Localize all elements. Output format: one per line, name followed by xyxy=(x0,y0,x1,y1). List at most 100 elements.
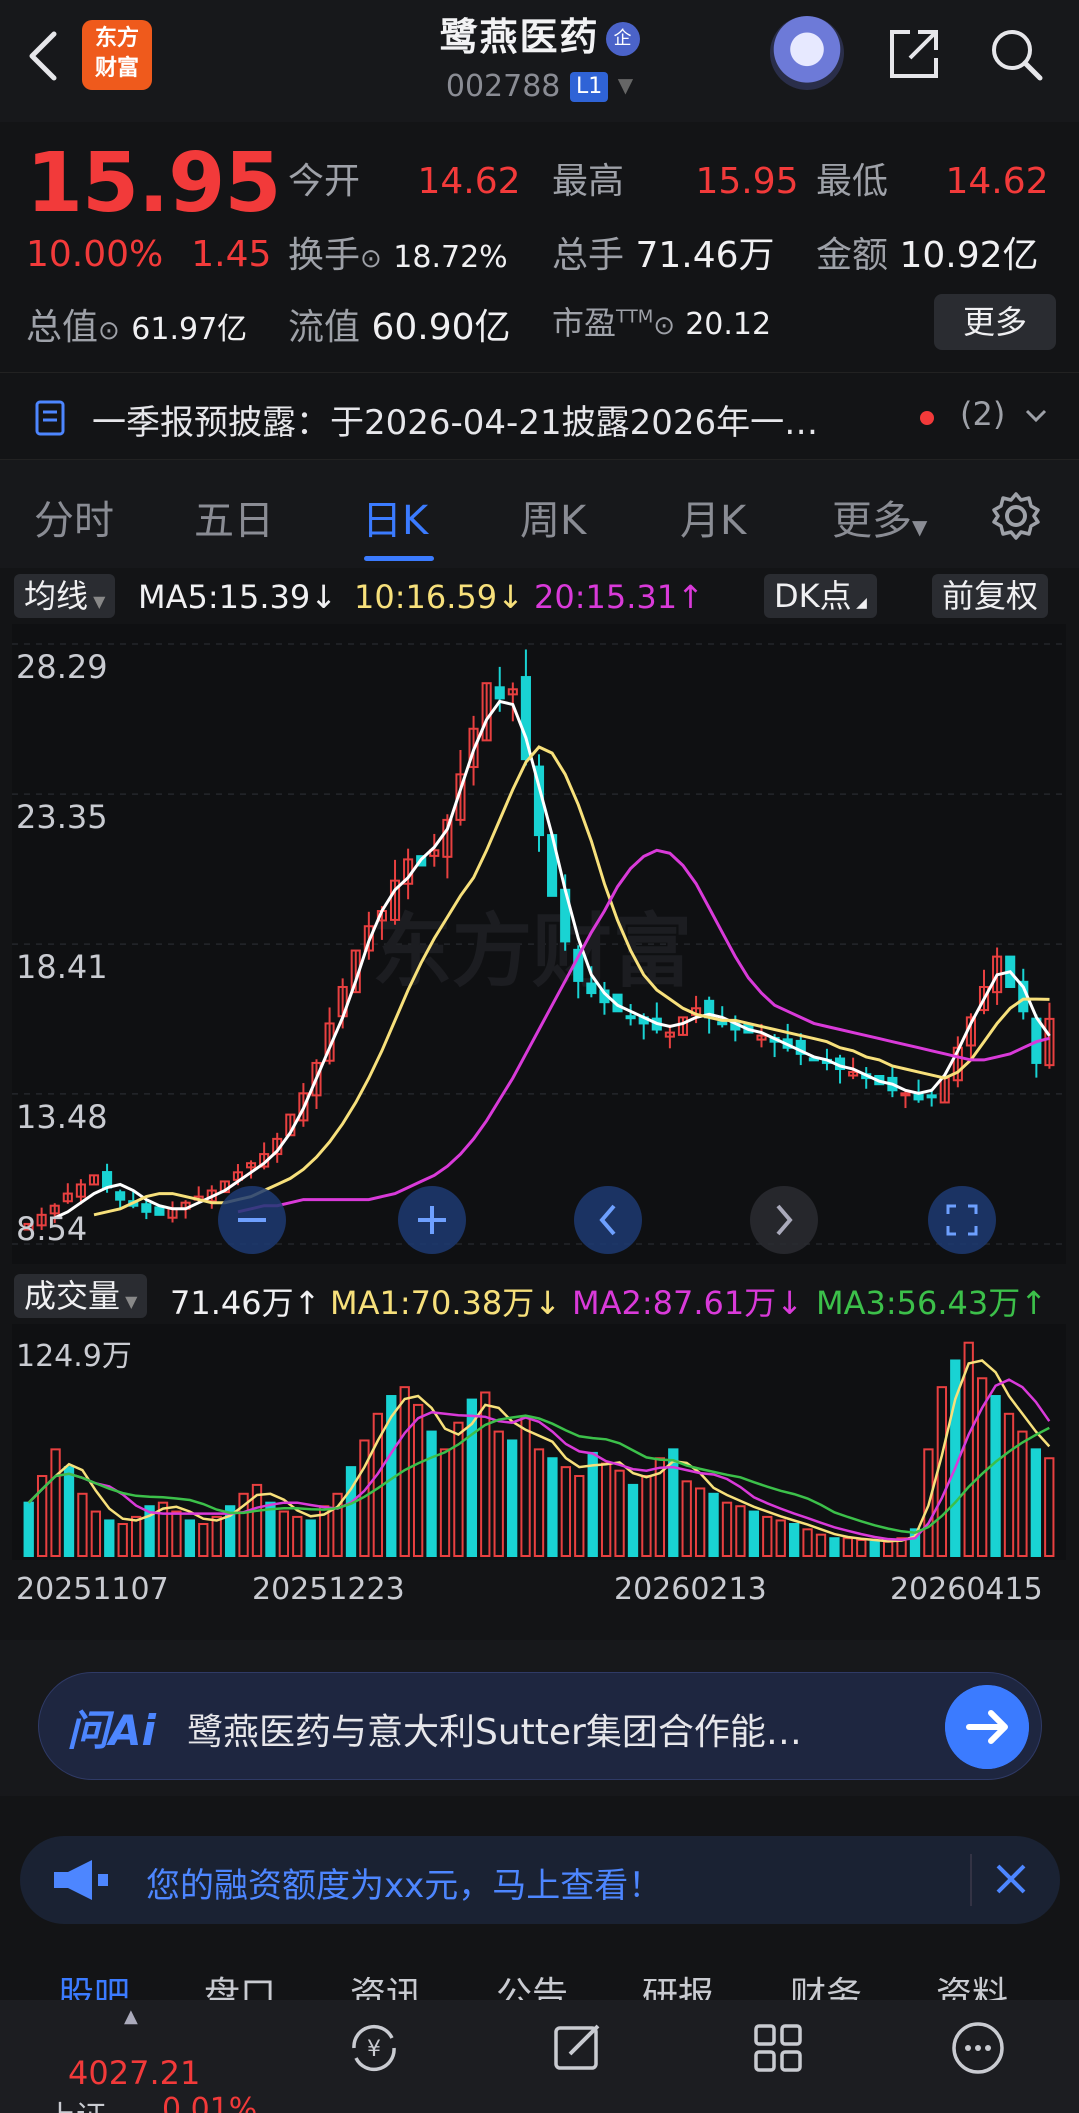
mktcap-label: 总值 xyxy=(26,307,99,348)
adjust-button[interactable]: 前复权 xyxy=(932,574,1049,618)
volume-label: 总手 xyxy=(552,235,625,276)
volume-value: 71.46万 xyxy=(635,235,775,276)
volume-bar xyxy=(587,1451,598,1557)
scroll-left-button[interactable] xyxy=(574,1186,642,1254)
zoom-out-button[interactable] xyxy=(218,1186,286,1254)
candle-body xyxy=(494,686,505,700)
chevron-down-icon[interactable] xyxy=(1024,407,1048,425)
subtab-guba[interactable]: 股吧 xyxy=(58,1966,130,2000)
volume-value: 71.46万↑ xyxy=(170,1284,321,1322)
tab-more[interactable]: 更多▼ xyxy=(832,488,927,546)
vol-ma3-legend: MA3:56.43万↑ xyxy=(816,1284,1048,1322)
volume-bar xyxy=(184,1519,196,1558)
volume-bar xyxy=(426,1430,437,1557)
ma5-legend: MA5:15.39↓ xyxy=(138,578,338,616)
more-button[interactable]: 更多 xyxy=(934,294,1056,350)
nav-trade[interactable]: 交易 xyxy=(340,2104,400,2113)
scroll-right-button[interactable] xyxy=(750,1186,818,1254)
high-cell: 最高 15.95 xyxy=(552,152,799,204)
volume-bar xyxy=(63,1466,75,1557)
amount-value: 10.92亿 xyxy=(899,235,1039,276)
ai-question-text: 鹭燕医药与意大利Sutter集团合作能… xyxy=(187,1712,802,1753)
subtab-pankou[interactable]: 盘口 xyxy=(204,1966,276,2000)
info-tabs: 股吧 盘口 资讯 公告 研报 财务 资料 xyxy=(0,1940,1079,2000)
volume-selector-label: 成交量 xyxy=(24,1277,121,1315)
turnover-label: 换手 xyxy=(288,235,361,276)
stock-detail-page: 东方 财富 鹭燕医药企 002788 L1 ▼ 15.95 10.00% 1.45 xyxy=(0,0,1079,2113)
notice-bar[interactable]: 一季报预披露：于2026-04-21披露2026年一… (2) xyxy=(0,372,1079,460)
bottom-bar: ▲ 4027.21 上证 0.01% ¥ 交易 发帖 功能 诊自选 xyxy=(0,2000,1079,2113)
subtab-news[interactable]: 资讯 xyxy=(350,1966,422,2000)
volume-cell: 总手 71.46万 xyxy=(552,226,775,278)
x-tick-3: 20260213 xyxy=(614,1572,767,1607)
arrow-right-icon[interactable] xyxy=(945,1685,1029,1769)
volume-selector[interactable]: 成交量 ▼ xyxy=(14,1274,148,1318)
period-tabs: 分时 五日 日K 周K 月K 更多▼ xyxy=(0,460,1079,568)
volume-bar xyxy=(708,1492,719,1558)
tab-five-day[interactable]: 五日 xyxy=(194,488,274,546)
yuan-trade-icon[interactable]: ¥ xyxy=(344,2018,404,2078)
caret-up-icon: ▲ xyxy=(124,2006,138,2027)
tab-monthly-k[interactable]: 月K xyxy=(680,488,746,546)
active-tab-indicator xyxy=(364,556,434,561)
mktcap-value: 61.97亿 xyxy=(131,312,248,347)
info-icon[interactable]: ⊙ xyxy=(653,311,675,341)
volume-bar xyxy=(990,1395,1001,1557)
zoom-in-button[interactable] xyxy=(398,1186,466,1254)
kline-chart[interactable]: 东方财富 28.29 23.35 18.41 13.48 8.54 xyxy=(12,624,1066,1264)
subtab-finance[interactable]: 财务 xyxy=(790,1966,862,2000)
volume-bar xyxy=(627,1483,639,1557)
unread-dot xyxy=(920,411,934,425)
info-icon[interactable]: ⊙ xyxy=(98,316,120,346)
notice-count: (2) xyxy=(960,395,1006,433)
nav-post[interactable]: 发帖 xyxy=(544,2104,604,2113)
volume-bar xyxy=(788,1523,800,1558)
document-icon xyxy=(35,400,65,436)
y-tick-label: 18.41 xyxy=(16,948,108,986)
nav-function[interactable]: 功能 xyxy=(744,2104,804,2113)
float-label: 流值 xyxy=(288,307,361,348)
indicator-selector[interactable]: 均线 ▼ xyxy=(14,574,116,618)
subtab-profile[interactable]: 资料 xyxy=(936,1966,1008,2000)
index-value[interactable]: 4027.21 xyxy=(68,2054,200,2092)
caret-down-icon: ▼ xyxy=(88,592,106,611)
ai-logo: 问Ai xyxy=(67,1706,156,1755)
subtab-research[interactable]: 研报 xyxy=(642,1966,714,2000)
share-icon[interactable] xyxy=(884,24,944,84)
volume-bar xyxy=(748,1510,760,1557)
mktcap-cell: 总值⊙ 61.97亿 xyxy=(26,298,247,350)
volume-bar xyxy=(506,1439,518,1557)
more-dots-icon[interactable] xyxy=(948,2018,1008,2078)
svg-text:¥: ¥ xyxy=(367,2037,381,2062)
turnover-cell: 换手⊙ 18.72% xyxy=(288,226,508,278)
close-icon[interactable] xyxy=(986,1854,1036,1904)
search-icon[interactable] xyxy=(986,24,1046,84)
enterprise-badge: 企 xyxy=(605,22,640,56)
change-percent: 10.00% xyxy=(26,234,164,275)
volume-bar xyxy=(829,1537,840,1558)
watermark: 东方财富 xyxy=(372,905,692,998)
tab-intraday[interactable]: 分时 xyxy=(34,488,114,546)
ai-ask-bar[interactable]: 问Ai 鹭燕医药与意大利Sutter集团合作能… xyxy=(38,1672,1042,1780)
subtab-announcement[interactable]: 公告 xyxy=(496,1966,568,2000)
financing-banner[interactable]: 您的融资额度为xx元，马上查看！ xyxy=(20,1836,1060,1924)
volume-bar xyxy=(869,1540,880,1557)
edit-post-icon[interactable] xyxy=(548,2018,608,2078)
grid-apps-icon[interactable] xyxy=(748,2018,808,2078)
fullscreen-button[interactable] xyxy=(928,1186,996,1254)
info-icon[interactable]: ⊙ xyxy=(360,244,382,274)
dk-point-button[interactable]: DK点 ◢ xyxy=(764,574,877,618)
low-cell: 最低 14.62 xyxy=(816,152,1049,204)
y-tick-label: 8.54 xyxy=(16,1210,87,1248)
open-cell: 今开 14.62 xyxy=(288,152,521,204)
caret-down-icon: ▼ xyxy=(912,515,928,539)
gear-icon[interactable] xyxy=(990,490,1042,542)
volume-chart[interactable]: 124.9万 xyxy=(12,1324,1066,1560)
pe-sup: TTM xyxy=(616,306,654,328)
tab-weekly-k[interactable]: 周K xyxy=(520,488,586,546)
tab-daily-k[interactable]: 日K xyxy=(362,488,428,546)
volume-bar xyxy=(547,1457,558,1557)
ai-robot-icon[interactable] xyxy=(770,16,844,90)
candle-body xyxy=(154,1206,165,1216)
nav-watchlist[interactable]: 诊自选 xyxy=(930,2104,1020,2113)
